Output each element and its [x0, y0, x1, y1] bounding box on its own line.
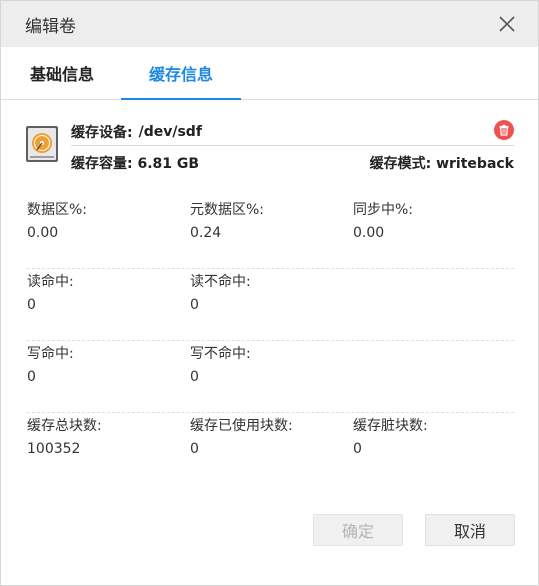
- stat-value: 0.00: [353, 225, 385, 241]
- cache-mode-label: 缓存模式:: [369, 156, 432, 172]
- stat-meta-pct: 元数据区%: 0.24: [190, 199, 350, 244]
- stat-used-blocks: 缓存已使用块数: 0: [190, 415, 350, 460]
- edit-volume-dialog: 编辑卷 基础信息 缓存信息 缓存设备: /dev/sdf 缓存容量: 6.81 …: [0, 0, 539, 586]
- tab-basic-info[interactable]: 基础信息: [1, 47, 121, 99]
- stat-label: 同步中%:: [353, 202, 414, 218]
- stat-value: 0.24: [190, 225, 222, 241]
- stat-read-miss: 读不命中: 0: [190, 271, 350, 316]
- stat-group-blocks: 缓存总块数: 100352 缓存已使用块数: 0 缓存脏块数: 0: [27, 413, 514, 485]
- stat-write-hit: 写命中: 0: [27, 343, 187, 388]
- dialog-footer: 确定 取消: [1, 514, 538, 547]
- hard-disk-icon: [26, 126, 58, 162]
- cache-mode: 缓存模式: writeback: [370, 153, 514, 173]
- stat-label: 缓存已使用块数:: [190, 418, 293, 434]
- cache-capacity-value: 6.81 GB: [137, 156, 200, 172]
- stat-data-pct: 数据区%: 0.00: [27, 199, 187, 244]
- stat-value: 0: [353, 441, 362, 457]
- delete-cache-button[interactable]: [494, 120, 514, 140]
- stat-value: 0: [190, 441, 199, 457]
- cache-device-row: 缓存设备: /dev/sdf: [71, 119, 514, 146]
- stat-value: 0: [190, 369, 199, 385]
- stat-label: 读命中:: [27, 274, 74, 290]
- stat-total-blocks: 缓存总块数: 100352: [27, 415, 187, 460]
- close-icon: [499, 16, 515, 32]
- stat-label: 缓存总块数:: [27, 418, 102, 434]
- confirm-button[interactable]: 确定: [313, 514, 403, 546]
- tab-cache-info[interactable]: 缓存信息: [121, 47, 241, 100]
- dialog-title: 编辑卷: [25, 16, 76, 37]
- dialog-titlebar: 编辑卷: [1, 1, 538, 47]
- cache-meta-row: 缓存容量: 6.81 GB 缓存模式: writeback: [71, 153, 514, 173]
- trash-icon: [499, 124, 509, 136]
- stat-dirty-blocks: 缓存脏块数: 0: [353, 415, 513, 460]
- stat-label: 读不命中:: [190, 274, 251, 290]
- stat-group-ratios: 数据区%: 0.00 元数据区%: 0.24 同步中%: 0.00: [27, 197, 514, 269]
- cache-device-label: 缓存设备:: [71, 125, 133, 141]
- cache-device-value: /dev/sdf: [138, 124, 202, 140]
- cancel-button[interactable]: 取消: [425, 514, 515, 546]
- stat-read-hit: 读命中: 0: [27, 271, 187, 316]
- stat-label: 写命中:: [27, 346, 74, 362]
- cache-mode-value: writeback: [436, 156, 514, 172]
- stat-value: 0: [27, 369, 36, 385]
- stat-value: 0.00: [27, 225, 59, 241]
- stat-label: 写不命中:: [190, 346, 251, 362]
- stat-write-miss: 写不命中: 0: [190, 343, 350, 388]
- stat-value: 100352: [27, 441, 81, 457]
- stat-label: 数据区%:: [27, 202, 88, 218]
- stat-label: 缓存脏块数:: [353, 418, 428, 434]
- close-button[interactable]: [492, 9, 522, 39]
- cache-capacity: 缓存容量: 6.81 GB: [71, 153, 199, 173]
- cache-stats: 数据区%: 0.00 元数据区%: 0.24 同步中%: 0.00 读命中: 0…: [27, 197, 514, 485]
- cache-capacity-label: 缓存容量:: [71, 156, 133, 172]
- tab-bar: 基础信息 缓存信息: [1, 47, 538, 100]
- stat-value: 0: [27, 297, 36, 313]
- stat-group-read: 读命中: 0 读不命中: 0: [27, 269, 514, 341]
- stat-sync-pct: 同步中%: 0.00: [353, 199, 513, 244]
- stat-value: 0: [190, 297, 199, 313]
- stat-group-write: 写命中: 0 写不命中: 0: [27, 341, 514, 413]
- stat-label: 元数据区%:: [190, 202, 265, 218]
